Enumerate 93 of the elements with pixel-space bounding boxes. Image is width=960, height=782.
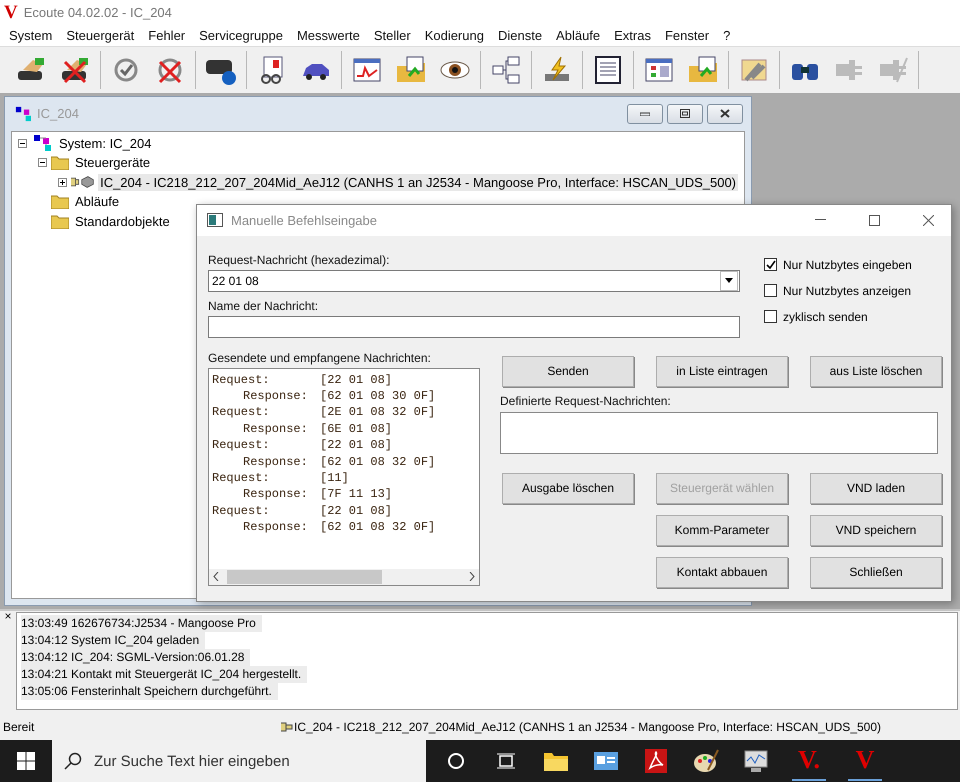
dialog-button[interactable]: Senden xyxy=(502,356,634,387)
search-field[interactable]: Zur Suche Text hier eingeben xyxy=(52,740,426,782)
message-bytes: [11] xyxy=(320,470,349,486)
response-label: Response: xyxy=(242,486,309,503)
input-field[interactable] xyxy=(208,316,740,338)
request-list[interactable] xyxy=(500,412,938,454)
request-label: Request: xyxy=(212,437,271,454)
folder-icon xyxy=(51,194,69,210)
menu-item[interactable]: Messwerte xyxy=(290,28,367,44)
dialog-title: Manuelle Befehlseingabe xyxy=(231,212,378,228)
maximize-icon xyxy=(868,214,880,226)
dialog-button[interactable]: in Liste eintragen xyxy=(656,356,788,387)
tree-item[interactable]: Steuergeräte xyxy=(73,154,152,172)
menu-item[interactable]: Steuergerät xyxy=(59,28,142,44)
message-bytes: [2E 01 08 32 0F] xyxy=(320,404,436,421)
connection-text: IC_204 - IC218_212_207_204Mid_AeJ12 (CANHS 1 an J2534 - Mangoose Pro, Interface: HSCAN_UDS_500) xyxy=(294,720,882,734)
collapse-toggle[interactable] xyxy=(18,138,27,148)
status-text: Bereit xyxy=(2,720,36,734)
tree-item[interactable]: System: IC_204 xyxy=(57,134,154,152)
message-bytes: [62 01 08 32 0F] xyxy=(320,519,436,536)
network-nodes-icon xyxy=(13,106,33,122)
menu-item[interactable]: ? xyxy=(716,28,738,44)
field-label: Gesendete und empfangene Nachrichten: xyxy=(208,350,432,367)
menu-item[interactable]: Servicegruppe xyxy=(192,28,290,44)
minimize-icon xyxy=(814,219,826,222)
minimize-icon xyxy=(640,112,650,116)
checkbox[interactable] xyxy=(764,284,777,298)
search-icon xyxy=(64,752,82,770)
message-bytes: [7F 11 13] xyxy=(320,486,392,503)
close-icon xyxy=(720,109,730,118)
tree-item[interactable]: IC_204 - IC218_212_207_204Mid_AeJ12 (CANHS 1 an J2534 - Mangoose Pro, Interface: HSCAN_UDS_500) xyxy=(98,174,738,191)
window-icon xyxy=(207,213,223,228)
tree-item[interactable]: Abläufe xyxy=(73,193,122,210)
menu-item[interactable]: Fehler xyxy=(141,28,192,44)
restore-icon xyxy=(680,109,690,118)
network-nodes-icon xyxy=(31,134,53,152)
minimize-button[interactable] xyxy=(627,104,663,124)
message-bytes: [22 01 08] xyxy=(320,437,392,454)
message-bytes: [62 01 08 32 0F] xyxy=(320,454,436,470)
menu-item[interactable]: Extras xyxy=(607,28,658,44)
restore-button[interactable] xyxy=(667,104,703,124)
response-label: Response: xyxy=(242,519,309,536)
dialog-button[interactable]: VND speichern xyxy=(810,514,942,546)
menu-item[interactable]: Dienste xyxy=(490,28,550,44)
plug-icon xyxy=(281,720,293,734)
folder-icon xyxy=(51,214,69,229)
request-label: Request: xyxy=(212,404,271,421)
tree-item[interactable]: Standardobjekte xyxy=(73,212,172,230)
request-label: Request: xyxy=(212,470,271,486)
response-label: Response: xyxy=(242,420,309,438)
dialog-button[interactable]: Ausgabe löschen xyxy=(502,472,634,504)
close-icon xyxy=(922,214,934,226)
field-label: Name der Nachricht: xyxy=(208,298,320,315)
field-label: Request-Nachricht (hexadezimal): xyxy=(208,252,390,269)
menu-item[interactable]: Abläufe xyxy=(549,28,608,44)
expand-toggle[interactable] xyxy=(58,178,67,187)
collapse-toggle[interactable] xyxy=(38,158,47,168)
checkbox-label: zyklisch senden xyxy=(783,310,868,324)
menu-item[interactable]: Fenster xyxy=(658,28,716,44)
close-button[interactable] xyxy=(707,104,743,124)
response-label: Response: xyxy=(242,454,309,470)
response-label: Response: xyxy=(242,388,309,404)
plus-icon xyxy=(59,178,66,186)
dialog-button[interactable]: Komm-Parameter xyxy=(656,514,788,546)
pdf-document-icon[interactable] xyxy=(642,747,670,776)
document-list-icon xyxy=(592,54,624,86)
dialog-button[interactable]: Schließen xyxy=(810,556,942,588)
message-bytes: [6E 01 08] xyxy=(320,420,392,438)
tree-diagram-icon xyxy=(490,54,522,86)
request-label: Request: xyxy=(212,372,271,388)
checkbox-label: Nur Nutzbytes eingeben xyxy=(783,258,912,272)
dialog-button[interactable]: Kontakt abbauen xyxy=(656,556,788,588)
request-combobox[interactable]: 22 01 08 xyxy=(208,270,740,292)
windows-start-icon[interactable] xyxy=(17,752,35,770)
menu-item[interactable]: System xyxy=(2,28,60,44)
menu-item[interactable]: Kodierung xyxy=(418,28,491,44)
checkbox[interactable] xyxy=(764,310,777,324)
dialog-button[interactable]: aus Liste löschen xyxy=(810,356,942,387)
folder-icon xyxy=(51,155,69,170)
checkbox[interactable] xyxy=(764,258,777,272)
dialog-button[interactable]: VND laden xyxy=(810,472,942,504)
request-label: Request: xyxy=(212,502,271,520)
field-label: Definierte Request-Nachrichten: xyxy=(500,392,672,410)
child-window-title: IC_204 xyxy=(37,106,80,122)
menu-item[interactable]: Steller xyxy=(366,28,418,44)
app-logo: V xyxy=(4,2,18,24)
message-bytes: [22 01 08] xyxy=(320,372,392,388)
message-bytes: [22 01 08] xyxy=(320,502,392,520)
checkbox-label: Nur Nutzbytes anzeigen xyxy=(783,284,912,298)
horizontal-scrollbar[interactable] xyxy=(209,568,479,585)
message-bytes: [62 01 08 30 0F] xyxy=(320,388,436,404)
close-button[interactable]: × xyxy=(4,610,12,621)
window-title: Ecoute 04.02.02 - IC_204 xyxy=(24,5,172,20)
